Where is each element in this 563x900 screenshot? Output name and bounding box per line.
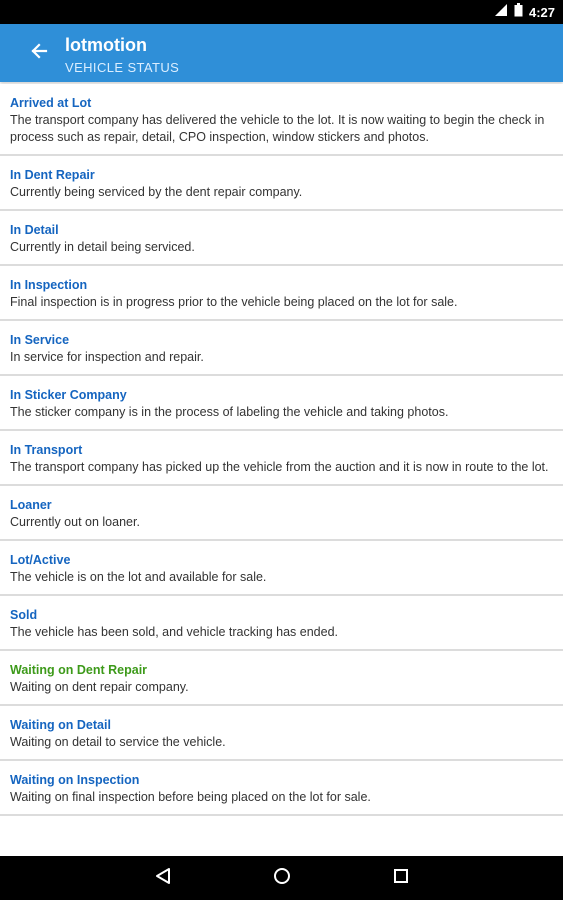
arrow-left-icon [30, 42, 48, 65]
status-item-in-detail[interactable]: In Detail Currently in detail being serv… [0, 211, 563, 266]
status-item-in-sticker-company[interactable]: In Sticker Company The sticker company i… [0, 376, 563, 431]
status-description: The vehicle has been sold, and vehicle t… [10, 625, 338, 639]
app-bar: lotmotion VEHICLE STATUS [0, 24, 563, 82]
status-icons: 4:27 [494, 0, 555, 24]
status-item-sold[interactable]: Sold The vehicle has been sold, and vehi… [0, 596, 563, 651]
status-description: The transport company has delivered the … [10, 113, 545, 144]
status-description: The sticker company is in the process of… [10, 405, 449, 419]
status-item-in-dent-repair[interactable]: In Dent Repair Currently being serviced … [0, 156, 563, 211]
battery-icon [514, 2, 523, 22]
status-item-arrived-at-lot[interactable]: Arrived at Lot The transport company has… [0, 84, 563, 156]
home-nav-button[interactable] [271, 867, 293, 889]
status-description: Waiting on detail to service the vehicle… [10, 735, 226, 749]
recents-square-icon [392, 867, 410, 890]
status-description: Waiting on final inspection before being… [10, 790, 371, 804]
status-title: Sold [10, 608, 38, 622]
status-title: Arrived at Lot [10, 96, 92, 110]
status-description: In service for inspection and repair. [10, 350, 204, 364]
status-title: In Transport [10, 443, 83, 457]
status-description: Final inspection is in progress prior to… [10, 295, 458, 309]
status-list[interactable]: Arrived at Lot The transport company has… [0, 84, 563, 856]
status-description: Currently being serviced by the dent rep… [10, 185, 303, 199]
status-item-in-inspection[interactable]: In Inspection Final inspection is in pro… [0, 266, 563, 321]
status-description: Currently in detail being serviced. [10, 240, 195, 254]
status-title: In Sticker Company [10, 388, 127, 402]
status-title: Lot/Active [10, 553, 71, 567]
status-title: In Dent Repair [10, 168, 95, 182]
status-item-waiting-on-inspection[interactable]: Waiting on Inspection Waiting on final i… [0, 761, 563, 816]
status-title: In Detail [10, 223, 59, 237]
status-item-in-transport[interactable]: In Transport The transport company has p… [0, 431, 563, 486]
status-title: Loaner [10, 498, 52, 512]
recents-nav-button[interactable] [390, 867, 412, 889]
navigation-bar [0, 856, 563, 900]
home-circle-icon [273, 867, 291, 890]
status-item-lot-active[interactable]: Lot/Active The vehicle is on the lot and… [0, 541, 563, 596]
back-triangle-icon [154, 867, 172, 890]
app-title: lotmotion [65, 35, 147, 55]
status-title: In Service [10, 333, 70, 347]
status-description: Currently out on loaner. [10, 515, 140, 529]
status-description: The transport company has picked up the … [10, 460, 549, 474]
status-item-loaner[interactable]: Loaner Currently out on loaner. [0, 486, 563, 541]
status-title: In Inspection [10, 278, 88, 292]
status-description: The vehicle is on the lot and available … [10, 570, 267, 584]
app-subtitle: VEHICLE STATUS [65, 60, 180, 75]
back-button[interactable] [28, 42, 50, 64]
status-title: Waiting on Inspection [10, 773, 140, 787]
status-title: Waiting on Dent Repair [10, 663, 148, 677]
status-bar: 4:27 [0, 0, 563, 24]
status-item-waiting-on-dent-repair[interactable]: Waiting on Dent Repair Waiting on dent r… [0, 651, 563, 706]
status-item-in-service[interactable]: In Service In service for inspection and… [0, 321, 563, 376]
status-item-waiting-on-detail[interactable]: Waiting on Detail Waiting on detail to s… [0, 706, 563, 761]
status-title: Waiting on Detail [10, 718, 111, 732]
status-time: 4:27 [528, 4, 555, 20]
status-description: Waiting on dent repair company. [10, 680, 189, 694]
back-nav-button[interactable] [152, 867, 174, 889]
signal-icon [494, 3, 508, 22]
